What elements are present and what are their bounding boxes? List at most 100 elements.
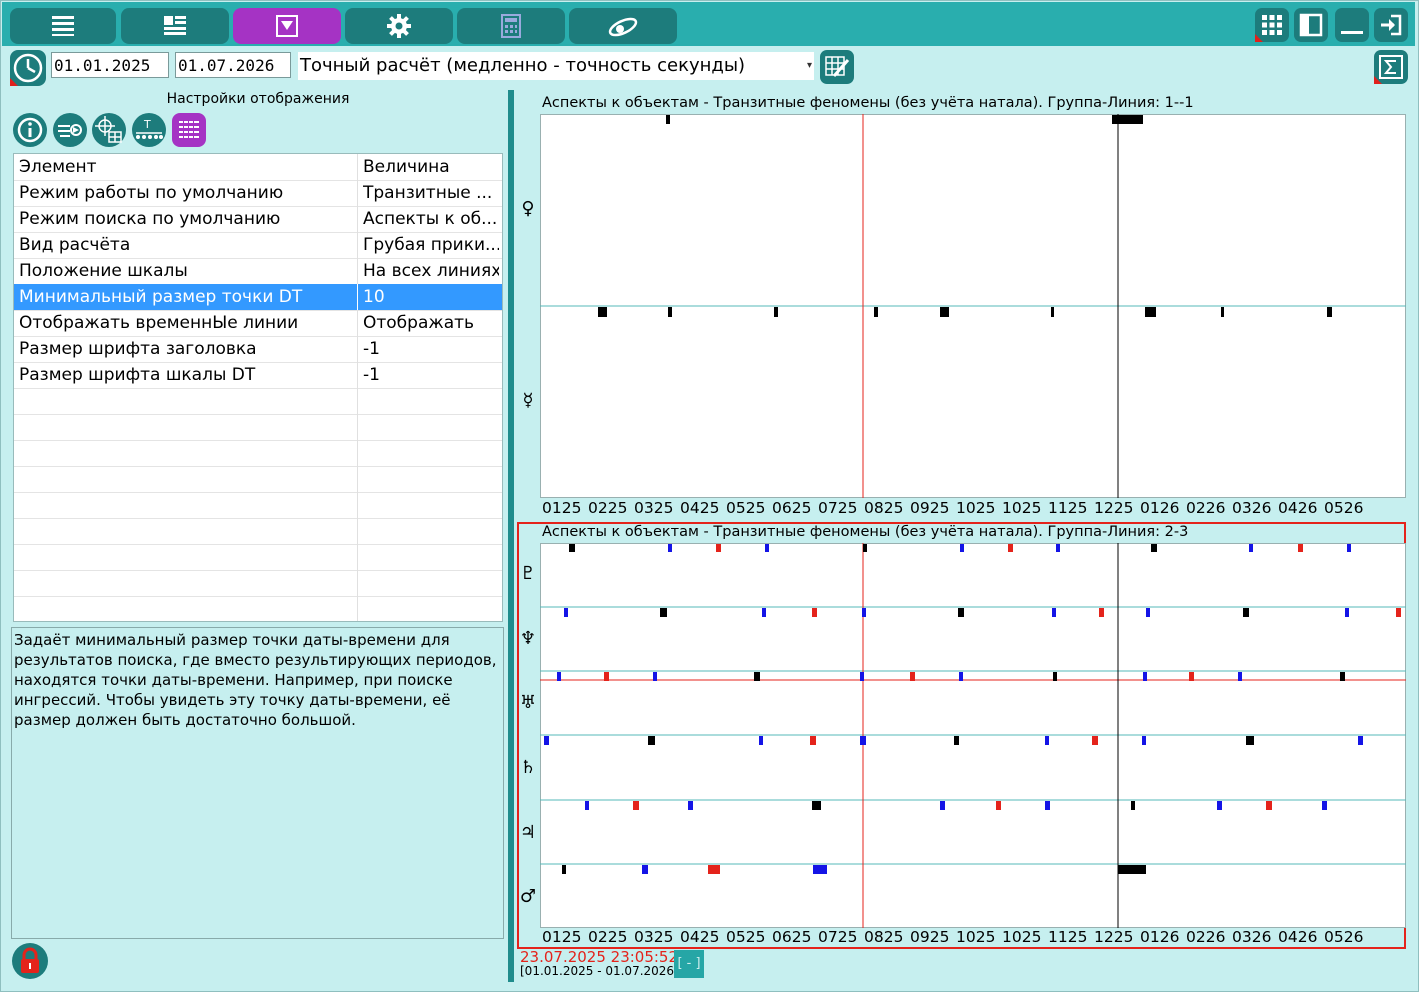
end-date-input[interactable]: 01.07.2026	[175, 52, 291, 78]
grid-view-button[interactable]	[1255, 8, 1289, 42]
date-tick: 0625	[772, 499, 812, 517]
date-tick: 0825	[864, 928, 904, 946]
grid-row-value[interactable]: Отображать	[363, 310, 499, 336]
red-corner-marker	[10, 78, 18, 86]
date-tick: 0526	[1324, 928, 1364, 946]
collapse-toggle-button[interactable]: [ - ]	[674, 950, 704, 978]
date-tick: 0125	[542, 499, 582, 517]
date-tick: 0525	[726, 499, 766, 517]
chart1-marker[interactable]	[1051, 307, 1054, 317]
grid-row-name: Режим поиска по умолчанию	[19, 209, 281, 229]
chart1-marker[interactable]	[940, 307, 949, 317]
exit-button[interactable]	[1374, 8, 1408, 42]
dots-grid-button[interactable]	[172, 113, 206, 147]
grid-row-value[interactable]: 10	[363, 284, 499, 310]
column-separator	[357, 336, 358, 363]
date-tick: 0226	[1186, 928, 1226, 946]
info-button[interactable]	[13, 113, 47, 147]
grid-row-selected[interactable]: Минимальный размер точки DT 10	[14, 284, 502, 311]
clock-button[interactable]	[10, 50, 46, 86]
settings-button[interactable]	[345, 8, 453, 44]
start-date-input[interactable]: 01.01.2025	[51, 52, 169, 78]
empty-row	[14, 596, 502, 621]
grid-row-value[interactable]: Аспекты к об...	[363, 206, 499, 232]
date-tick: 0525	[726, 928, 766, 946]
chart2-plot[interactable]	[540, 543, 1406, 928]
chart1-marker[interactable]	[1112, 115, 1143, 124]
range-toolbar: 01.01.2025 01.07.2026 Точный расчёт (мед…	[2, 46, 1415, 88]
main-toolbar	[2, 2, 1415, 46]
date-tick: 1025	[956, 499, 996, 517]
grid-row[interactable]: Размер шрифта заголовка -1	[14, 336, 502, 363]
chart1-marker[interactable]	[774, 307, 778, 317]
grid-row-value[interactable]: Грубая прики...	[363, 232, 499, 258]
red-corner-marker	[1374, 76, 1382, 84]
grid-row[interactable]: Отображать временнЫе линии Отображать	[14, 310, 502, 337]
list-button[interactable]	[10, 8, 116, 44]
chart1-marker[interactable]	[1145, 307, 1156, 317]
edit-table-button[interactable]	[820, 50, 854, 84]
column-separator	[357, 180, 358, 207]
chart1-marker[interactable]	[598, 307, 607, 317]
date-tick: 0325	[634, 499, 674, 517]
chart1-marker[interactable]	[666, 115, 670, 124]
empty-row	[14, 570, 502, 597]
timeline-button[interactable]: T	[132, 113, 166, 147]
date-tick: 0125	[542, 928, 582, 946]
sum-button[interactable]	[1374, 50, 1408, 84]
empty-row	[14, 388, 502, 415]
grid-row[interactable]: Положение шкалы На всех линиях	[14, 258, 502, 285]
panel-icon	[1299, 13, 1323, 37]
chart1-date-axis: 0125 0225 0325 0425 0525 0625 0725 0825 …	[540, 499, 1406, 519]
chart1-title: Аспекты к объектам - Транзитные феномены…	[542, 95, 1194, 111]
column-separator	[357, 232, 358, 259]
orbit-button[interactable]	[569, 8, 677, 44]
date-tick: 0526	[1324, 499, 1364, 517]
empty-row	[14, 492, 502, 519]
layout-button[interactable]	[121, 8, 229, 44]
date-tick: 1025	[956, 928, 996, 946]
column-separator	[357, 570, 358, 597]
grid-icon	[1262, 15, 1282, 35]
grid-row-value[interactable]: Транзитные ...	[363, 180, 499, 206]
chart1-marker[interactable]	[874, 307, 878, 317]
minimize-button[interactable]	[1335, 8, 1369, 42]
date-tick: 0425	[680, 499, 720, 517]
crosshair-grid-button[interactable]	[92, 113, 126, 147]
column-separator	[357, 284, 358, 311]
chart1-marker[interactable]	[1327, 307, 1332, 317]
lock-icon	[21, 947, 39, 973]
date-tick: 0925	[910, 928, 950, 946]
filter-button[interactable]	[233, 8, 341, 44]
calc-mode-select[interactable]: Точный расчёт (медленно - точность секун…	[298, 52, 814, 80]
grid-row[interactable]: Режим работы по умолчанию Транзитные ...	[14, 180, 502, 207]
grid-row[interactable]: Режим поиска по умолчанию Аспекты к об..…	[14, 206, 502, 233]
calculator-button[interactable]	[457, 8, 565, 44]
chart1-plot[interactable]	[540, 114, 1406, 498]
grid-row[interactable]: Вид расчёта Грубая прики...	[14, 232, 502, 259]
grid-row[interactable]: Размер шрифта шкалы DT -1	[14, 362, 502, 389]
splitter[interactable]	[508, 90, 514, 982]
calc-mode-value: Точный расчёт (медленно - точность секун…	[300, 55, 746, 76]
chart1-marker[interactable]	[1221, 307, 1224, 317]
chart1-marker[interactable]	[668, 307, 672, 317]
date-tick: 0925	[910, 499, 950, 517]
panel-toggle-button[interactable]	[1294, 8, 1328, 42]
chevron-down-icon: ▾	[806, 60, 812, 71]
date-tick: 0225	[588, 928, 628, 946]
transfer-button[interactable]	[53, 113, 87, 147]
date-tick: 1125	[1048, 928, 1088, 946]
chart2-title: Аспекты к объектам - Транзитные феномены…	[542, 524, 1189, 540]
date-tick: 0725	[818, 928, 858, 946]
minimize-icon	[1341, 31, 1363, 34]
grid-row-value[interactable]: На всех линиях	[363, 258, 499, 284]
column-separator	[357, 544, 358, 571]
grid-row-name: Размер шрифта заголовка	[19, 339, 257, 359]
setting-description: Задаёт минимальный размер точки даты-вре…	[11, 627, 504, 939]
uranus-label: ♅	[519, 692, 537, 713]
grid-row-value[interactable]: -1	[363, 336, 499, 362]
lock-button[interactable]	[12, 943, 48, 979]
grid-row-value[interactable]: -1	[363, 362, 499, 388]
empty-row	[14, 544, 502, 571]
column-separator	[357, 206, 358, 233]
